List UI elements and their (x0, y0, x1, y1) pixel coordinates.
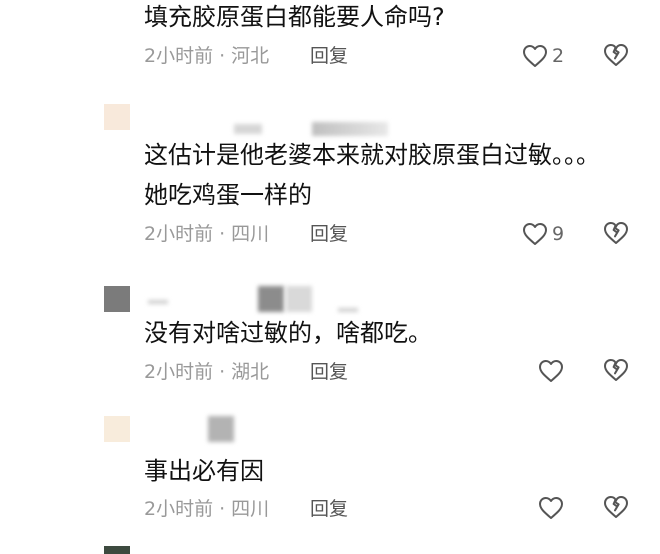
comment-text: 没有对啥过敏的，啥都吃。 (144, 319, 432, 347)
broken-heart-icon (602, 357, 630, 383)
like-count: 2 (552, 45, 565, 67)
comment-meta: 2小时前 · 四川 (144, 497, 269, 521)
dislike-button[interactable] (602, 42, 630, 70)
dislike-button[interactable] (602, 220, 630, 248)
meta-separator: · (219, 223, 226, 245)
blurred-username-tail (312, 122, 388, 136)
blurred-username-block (286, 286, 312, 312)
comment-time: 2小时前 (144, 45, 214, 67)
avatar[interactable] (104, 546, 130, 554)
comment-meta: 2小时前 · 河北 (144, 44, 269, 68)
avatar[interactable] (104, 104, 130, 130)
reply-button[interactable]: 回复 (310, 497, 348, 521)
heart-outline-icon (522, 44, 548, 68)
comment-text-line-2: 她吃鸡蛋一样的 (144, 181, 312, 209)
comment-location: 湖北 (231, 361, 270, 383)
reply-button[interactable]: 回复 (310, 360, 348, 384)
heart-outline-icon (538, 496, 564, 520)
comment-time: 2小时前 (144, 361, 214, 383)
dislike-button[interactable] (602, 494, 630, 522)
broken-heart-icon (602, 42, 630, 68)
comment-text-line-1: 这估计是他老婆本来就对胶原蛋白过敏。。。 (144, 141, 600, 169)
blurred-username[interactable] (234, 124, 262, 134)
comment-location: 四川 (231, 223, 270, 245)
comment-meta: 2小时前 · 四川 (144, 222, 269, 246)
blurred-username-tail (338, 308, 358, 312)
dislike-button[interactable] (602, 357, 630, 385)
avatar[interactable] (104, 416, 130, 442)
reply-button[interactable]: 回复 (310, 222, 348, 246)
comment-text: 填充胶原蛋白都能要人命吗? (144, 3, 445, 31)
like-button[interactable]: 9 (522, 220, 564, 248)
like-button[interactable] (538, 494, 564, 522)
like-button[interactable] (538, 357, 564, 385)
reply-button[interactable]: 回复 (310, 44, 348, 68)
comment-time: 2小时前 (144, 223, 214, 245)
meta-separator: · (219, 45, 226, 67)
broken-heart-icon (602, 494, 630, 520)
broken-heart-icon (602, 220, 630, 246)
meta-separator: · (219, 361, 226, 383)
comment-location: 四川 (231, 498, 270, 520)
heart-outline-icon (522, 222, 548, 246)
comment-location: 河北 (231, 45, 270, 67)
blurred-username-block (258, 286, 284, 312)
blurred-username[interactable] (148, 300, 168, 304)
comment-time: 2小时前 (144, 498, 214, 520)
heart-outline-icon (538, 359, 564, 383)
like-button[interactable]: 2 (522, 42, 564, 70)
like-count: 9 (552, 223, 565, 245)
meta-separator: · (219, 498, 226, 520)
avatar[interactable] (104, 286, 130, 312)
comment-meta: 2小时前 · 湖北 (144, 360, 269, 384)
comment-text: 事出必有因 (144, 457, 264, 485)
blurred-username[interactable] (208, 416, 234, 442)
comment-list: 填充胶原蛋白都能要人命吗? 2小时前 · 河北 回复 2 这估计是他老婆本来就对胶原… (0, 0, 660, 554)
